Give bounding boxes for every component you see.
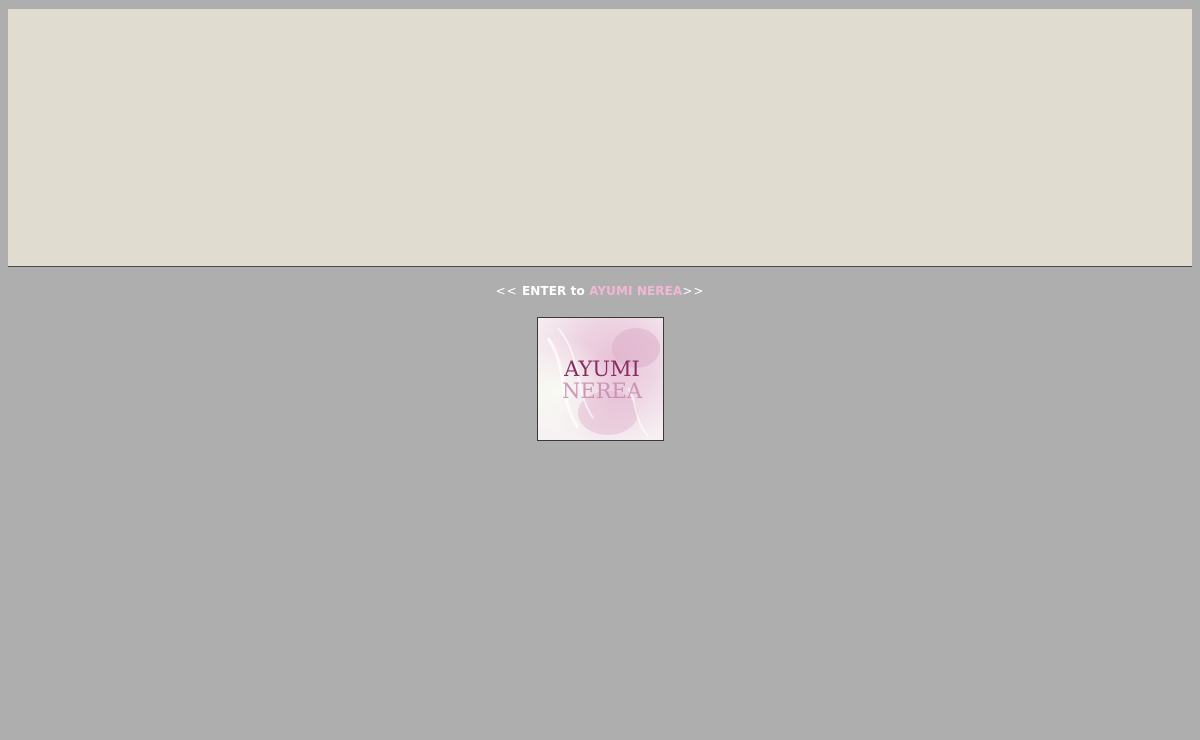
enter-arrow-right: >>: [682, 284, 705, 298]
ayumi-nerea-logo-image: AYUMI NEREA: [538, 318, 663, 440]
enter-site-name: AYUMI NEREA: [589, 284, 683, 298]
entry-thumbnail-image[interactable]: AYUMI NEREA: [537, 317, 664, 441]
logo-line2: NEREA: [562, 379, 643, 403]
logo-line1: AYUMI: [563, 357, 640, 381]
enter-prefix: ENTER to: [517, 284, 590, 298]
enter-link[interactable]: << ENTER to AYUMI NEREA>>: [0, 284, 1200, 298]
header-banner: [8, 9, 1192, 267]
enter-arrow-left: <<: [495, 284, 518, 298]
splash-page: << ENTER to AYUMI NEREA>> AYUMI NEREA: [0, 0, 1200, 740]
